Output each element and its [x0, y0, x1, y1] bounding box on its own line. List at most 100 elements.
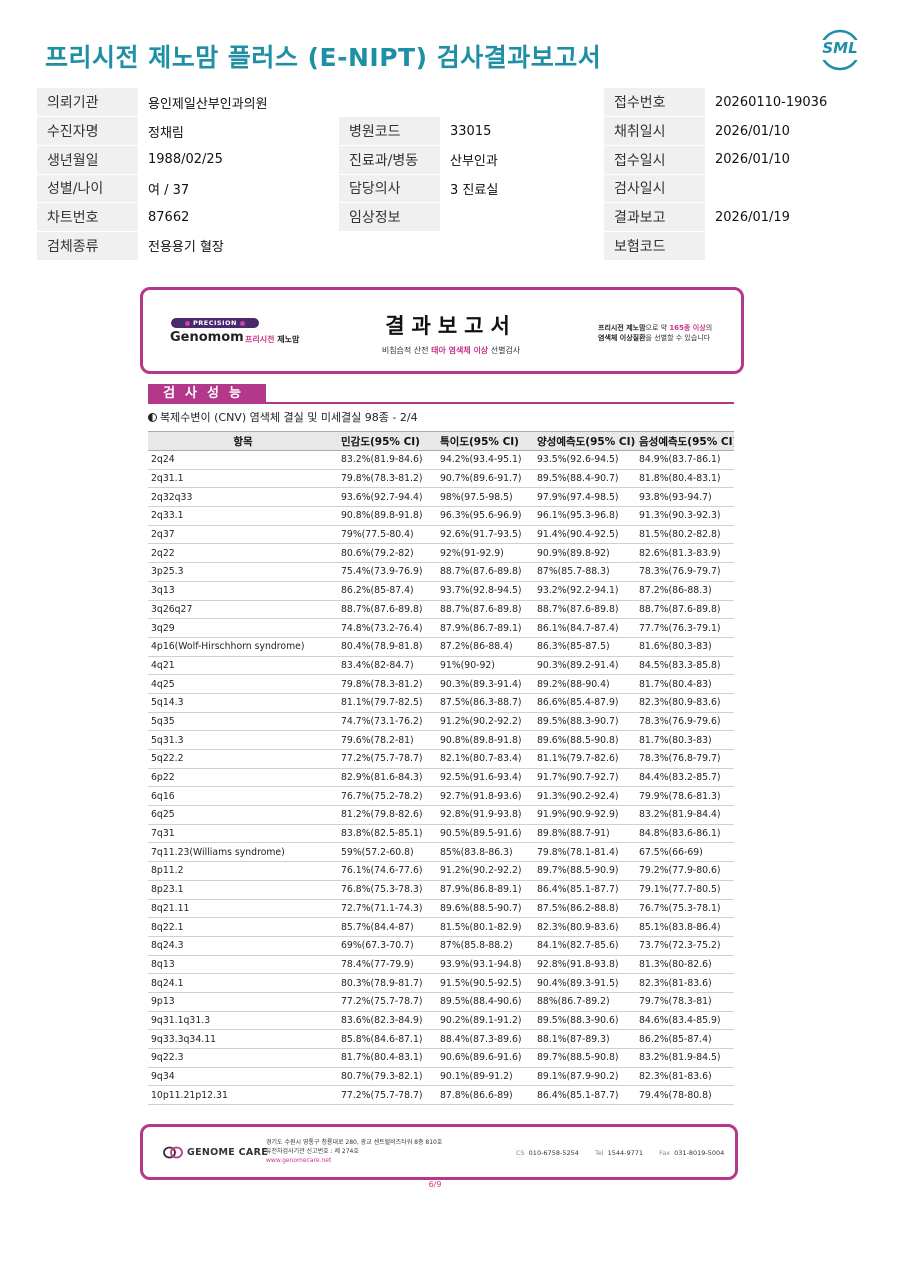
table-row: 3q13 86.2%(85-87.4) 93.7%(92.8-94.5) 93.2%(…	[148, 581, 734, 601]
table-cell: 79.8%(78.1-81.4)	[534, 842, 636, 863]
table-cell: 77.7%(76.3-79.1)	[636, 618, 734, 638]
genomom-brand: Genomom	[170, 330, 244, 345]
table-cell: 88.7%(87.6-89.8)	[437, 562, 534, 582]
info-label: 병원코드	[339, 116, 440, 146]
table-cell: 89.5%(88.4-90.6)	[437, 992, 534, 1012]
info-value	[440, 88, 604, 118]
table-cell: 87.2%(86-88.4)	[437, 637, 534, 657]
info-label: 생년월일	[37, 145, 138, 175]
info-value: 2026/01/10	[705, 116, 864, 146]
table-cell: 76.7%(75.3-78.1)	[636, 899, 734, 919]
report-title: 결과보고서	[385, 314, 517, 338]
report-header-box: PRECISION Genomom 프리시전 제노맘 결과보고서 비침습적 산전…	[140, 287, 744, 374]
table-cell: 91.4%(90.4-92.5)	[534, 525, 636, 545]
table-cell: 90.5%(89.5-91.6)	[437, 824, 534, 844]
table-row: 2q33.1 90.8%(89.8-91.8) 96.3%(95.6-96.9) 96…	[148, 506, 734, 526]
info-value	[705, 231, 864, 261]
table-cell: 85.1%(83.8-86.4)	[636, 917, 734, 937]
row-item-name: 3q13	[148, 581, 338, 601]
info-value: 87662	[138, 202, 339, 232]
table-row: 2q24 83.2%(81.9-84.6) 94.2%(93.4-95.1) 93.5…	[148, 450, 734, 470]
table-cell: 87.9%(86.7-89.1)	[437, 618, 534, 638]
table-cell: 76.8%(75.3-78.3)	[338, 880, 437, 900]
info-value	[440, 202, 604, 232]
table-cell: 81.2%(79.8-82.6)	[338, 805, 437, 825]
table-cell: 90.3%(89.2-91.4)	[534, 656, 636, 676]
table-cell: 91.5%(90.5-92.5)	[437, 973, 534, 993]
table-cell: 89.5%(88.4-90.7)	[534, 469, 636, 489]
table-cell: 92.8%(91.9-93.8)	[437, 805, 534, 825]
table-cell: 82.6%(81.3-83.9)	[636, 543, 734, 564]
table-row: 8q24.3 69%(67.3-70.7) 87%(85.8-88.2) 84.1%(…	[148, 936, 734, 956]
table-cell: 89.8%(88.7-91)	[534, 824, 636, 844]
info-value	[339, 231, 440, 261]
row-item-name: 9q33.3q34.11	[148, 1029, 338, 1049]
table-cell: 88.7%(87.6-89.8)	[636, 600, 734, 620]
table-cell: 80.7%(79.3-82.1)	[338, 1067, 437, 1087]
table-row: 8q13 78.4%(77-79.9) 93.9%(93.1-94.8) 92.8%(…	[148, 955, 734, 975]
patient-info-table: 의뢰기관 용인제일산부인과의원 접수번호 20260110-19036 수진자명 정채림 병…	[37, 88, 864, 261]
table-cell: 81.5%(80.2-82.8)	[636, 525, 734, 545]
table-cell: 79.1%(77.7-80.5)	[636, 880, 734, 900]
table-cell: 81.1%(79.7-82.6)	[534, 749, 636, 769]
table-row: 7q31 83.8%(82.5-85.1) 90.5%(89.5-91.6) 89.8…	[148, 824, 734, 844]
row-item-name: 10p11.21p12.31	[148, 1085, 338, 1106]
table-cell: 87.2%(86-88.3)	[636, 581, 734, 601]
table-cell: 85.8%(84.6-87.1)	[338, 1029, 437, 1049]
table-cell: 84.8%(83.6-86.1)	[636, 824, 734, 844]
table-row: 5q31.3 79.6%(78.2-81) 90.8%(89.8-91.8) 89.6…	[148, 730, 734, 750]
table-cell: 79.4%(78-80.8)	[636, 1085, 734, 1106]
footer-website-link[interactable]: www.genomecare.net	[266, 1156, 442, 1165]
table-cell: 93.5%(92.6-94.5)	[534, 450, 636, 470]
table-cell: 88.7%(87.6-89.8)	[338, 600, 437, 620]
table-cell: 79%(77.5-80.4)	[338, 525, 437, 545]
row-item-name: 4q21	[148, 656, 338, 676]
info-value: 2026/01/10	[705, 145, 864, 175]
table-row: 2q37 79%(77.5-80.4) 92.6%(91.7-93.5) 91.4%(…	[148, 525, 734, 545]
table-cell: 73.7%(72.3-75.2)	[636, 936, 734, 956]
section-subtitle: 복제수변이 (CNV) 염색체 결실 및 미세결실 98종 - 2/4	[148, 409, 418, 425]
table-cell: 93.8%(93-94.7)	[636, 487, 734, 508]
table-cell: 76.1%(74.6-77.6)	[338, 861, 437, 881]
table-cell: 88.7%(87.6-89.8)	[534, 600, 636, 620]
table-cell: 89.6%(88.5-90.8)	[534, 730, 636, 750]
table-cell: 81.7%(80.4-83.1)	[338, 1048, 437, 1068]
table-cell: 81.6%(80.3-83)	[636, 637, 734, 657]
table-cell: 86.2%(85-87.4)	[636, 1029, 734, 1049]
table-cell: 74.8%(73.2-76.4)	[338, 618, 437, 638]
brand-subtitle: 프리시전 제노맘	[245, 335, 300, 344]
row-item-name: 7q31	[148, 824, 338, 844]
table-cell: 88.1%(87-89.3)	[534, 1029, 636, 1049]
table-cell: 87%(85.8-88.2)	[437, 936, 534, 956]
info-row: 성별/나이 여 / 37 담당의사 3 진료실 검사일시	[37, 174, 864, 204]
table-cell: 82.9%(81.6-84.3)	[338, 768, 437, 788]
info-value: 여 / 37	[138, 174, 339, 204]
table-cell: 87.9%(86.8-89.1)	[437, 880, 534, 900]
table-cell: 89.7%(88.5-90.9)	[534, 861, 636, 881]
table-cell: 84.4%(83.2-85.7)	[636, 768, 734, 788]
table-row: 6q16 76.7%(75.2-78.2) 92.7%(91.8-93.6) 91.3…	[148, 786, 734, 807]
footer-address: 경기도 수원시 영통구 청룡대로 280, 광교 센트럴비즈타워 8층 810호…	[266, 1139, 443, 1165]
table-cell: 90.8%(89.8-91.8)	[437, 730, 534, 750]
info-label: 결과보고	[604, 202, 705, 232]
row-item-name: 8q13	[148, 955, 338, 975]
table-row: 4q25 79.8%(78.3-81.2) 90.3%(89.3-91.4) 89.2…	[148, 674, 734, 694]
table-cell: 88.4%(87.3-89.6)	[437, 1029, 534, 1049]
table-cell: 59%(57.2-60.8)	[338, 842, 437, 863]
table-cell: 78.4%(77-79.9)	[338, 955, 437, 975]
info-label: 성별/나이	[37, 174, 138, 204]
footer-brand: GENOME CARE	[187, 1147, 268, 1158]
table-cell: 92.7%(91.8-93.6)	[437, 786, 534, 807]
table-cell: 82.1%(80.7-83.4)	[437, 749, 534, 769]
table-cell: 83.2%(81.9-84.5)	[636, 1048, 734, 1068]
table-row: 4q21 83.4%(82-84.7) 91%(90-92) 90.3%(89.2-9…	[148, 656, 734, 676]
table-cell: 78.3%(76.9-79.7)	[636, 562, 734, 582]
table-cell: 74.7%(73.1-76.2)	[338, 712, 437, 732]
table-cell: 92.8%(91.8-93.8)	[534, 955, 636, 975]
table-row: 6q25 81.2%(79.8-82.6) 92.8%(91.9-93.8) 91.9…	[148, 805, 734, 825]
table-cell: 90.4%(89.3-91.5)	[534, 973, 636, 993]
table-row: 2q22 80.6%(79.2-82) 92%(91-92.9) 90.9%(89.8…	[148, 543, 734, 564]
table-cell: 97.9%(97.4-98.5)	[534, 487, 636, 508]
info-value	[339, 88, 440, 118]
table-cell: 89.2%(88-90.4)	[534, 674, 636, 694]
